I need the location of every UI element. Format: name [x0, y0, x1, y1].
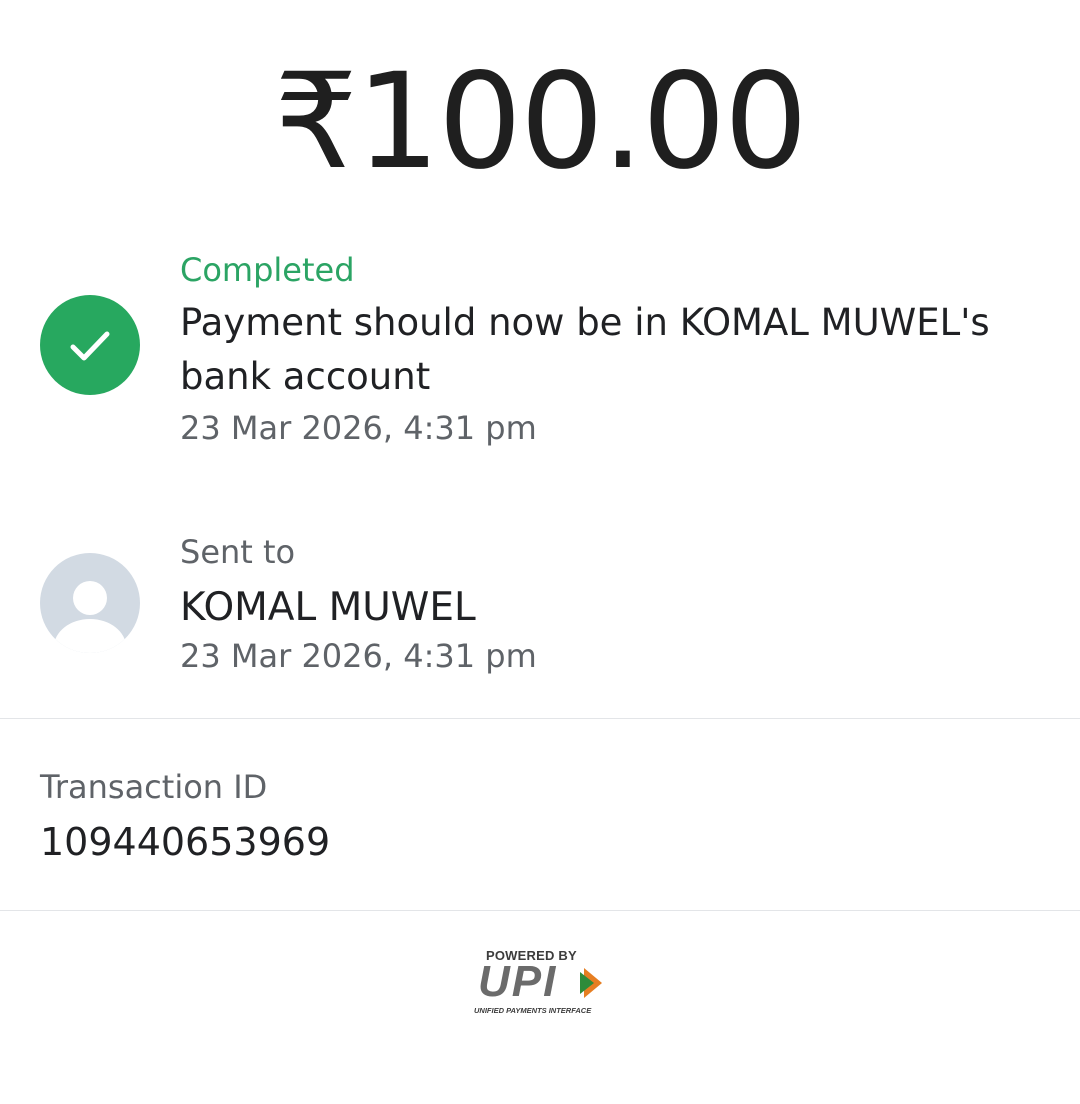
upi-logo: POWERED BY UPI UNIFIED PAYMENTS INTERFAC… [470, 946, 610, 1018]
status-timestamp: 23 Mar 2026, 4:31 pm [180, 409, 537, 447]
recipient-timestamp: 23 Mar 2026, 4:31 pm [180, 637, 537, 675]
transaction-id-label: Transaction ID [40, 768, 268, 806]
divider [0, 718, 1080, 719]
recipient-name[interactable]: KOMAL MUWEL [180, 582, 1040, 634]
payment-amount: ₹100.00 [274, 45, 808, 199]
upi-wordmark: UPI [478, 957, 558, 1006]
status-text: Completed Payment should now be in KOMAL… [180, 250, 1040, 448]
transaction-id-value[interactable]: 109440653969 [40, 816, 330, 868]
transaction-section: Transaction ID 109440653969 [40, 766, 330, 868]
recipient-text: Sent to KOMAL MUWEL 23 Mar 2026, 4:31 pm [180, 532, 1040, 676]
recipient-label: Sent to [180, 533, 296, 571]
upi-arrow-icon [580, 968, 602, 998]
check-circle-icon [40, 295, 140, 395]
status-message: Payment should now be in KOMAL MUWEL's b… [180, 301, 990, 398]
avatar-icon [40, 553, 140, 653]
divider [0, 910, 1080, 911]
upi-subtitle: UNIFIED PAYMENTS INTERFACE [474, 1006, 592, 1015]
status-label: Completed [180, 251, 355, 289]
